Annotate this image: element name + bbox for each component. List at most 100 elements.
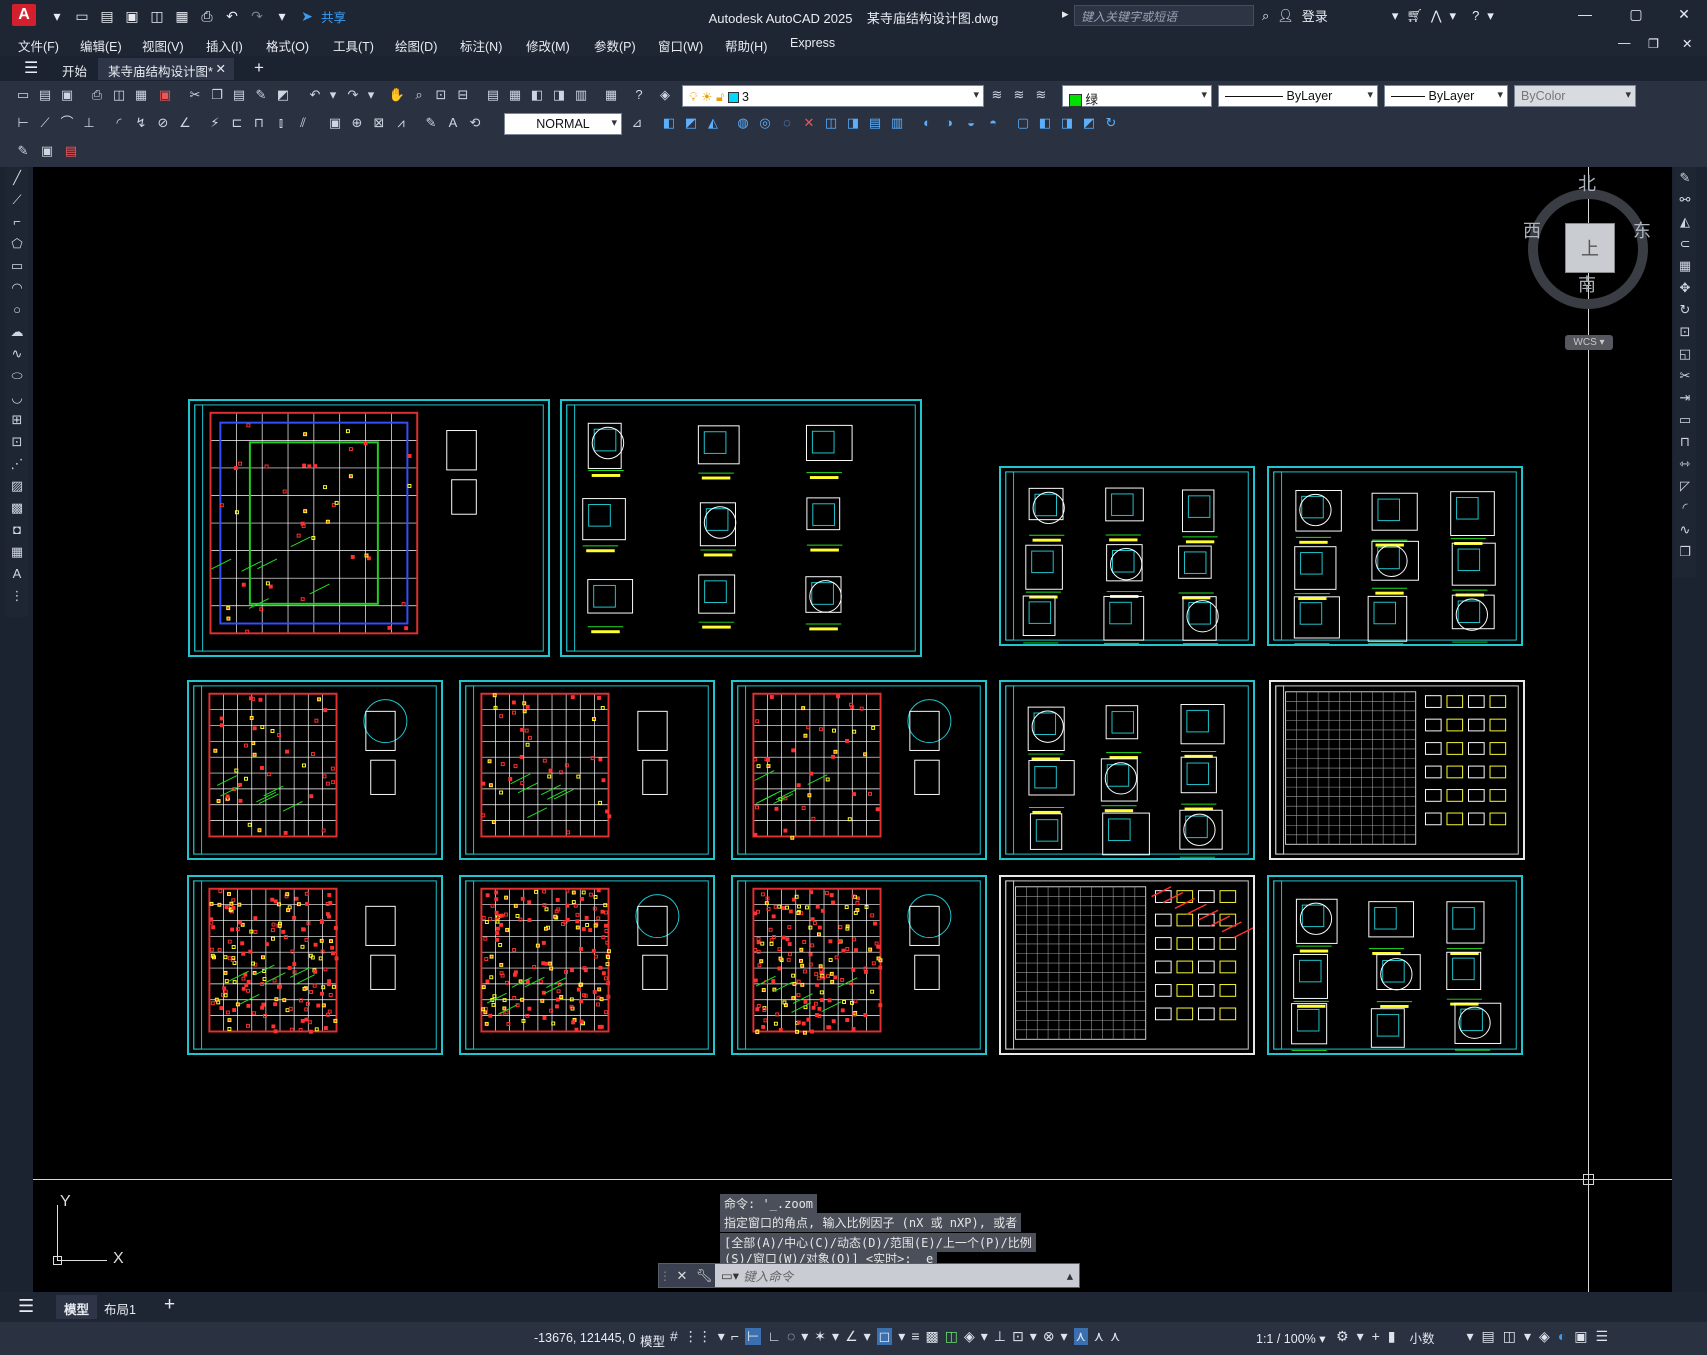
compass-north[interactable]: 北: [1578, 170, 1596, 196]
add-layout-button[interactable]: +: [164, 1294, 175, 1316]
sweep-icon[interactable]: ◐: [918, 114, 936, 132]
lineweight-combo[interactable]: ByLayer ▾: [1384, 85, 1508, 107]
explode-icon[interactable]: ❐: [1674, 541, 1696, 563]
layer-previous-icon[interactable]: ≋: [1010, 86, 1028, 104]
array-icon[interactable]: ▦: [1674, 255, 1696, 277]
dropdown-icon[interactable]: ▾: [46, 6, 68, 26]
dynamic-input-icon[interactable]: ⊢: [745, 1328, 762, 1345]
jogged-linear-icon[interactable]: ⩘: [392, 114, 410, 132]
mirror-icon[interactable]: ◭: [1674, 211, 1696, 233]
pan-icon[interactable]: ✋: [388, 86, 406, 104]
polyline-icon[interactable]: ⌐: [6, 211, 28, 233]
coordinate-readout[interactable]: -13676, 121445, 0: [534, 1331, 635, 1345]
ellipse-arc-icon[interactable]: ◡: [6, 387, 28, 409]
object-snap-icon[interactable]: ◻: [876, 1328, 893, 1345]
isodraft-icon[interactable]: ✶: [814, 1328, 826, 1345]
hamburger-menu-icon[interactable]: ☰: [18, 1296, 34, 1317]
jogged-dim-icon[interactable]: ↯: [132, 114, 150, 132]
dropdown-icon[interactable]: ▾: [1357, 1328, 1364, 1347]
add-selected-icon[interactable]: ⋮: [6, 585, 28, 607]
region-icon[interactable]: ◘: [6, 519, 28, 541]
line-icon[interactable]: ╱: [6, 167, 28, 189]
sphere-icon[interactable]: ◍: [734, 114, 752, 132]
cylinder-icon[interactable]: ◎: [756, 114, 774, 132]
menu-express[interactable]: Express: [790, 36, 835, 50]
compass-east[interactable]: 东: [1633, 217, 1651, 243]
user-icon[interactable]: 👤︎: [1277, 8, 1294, 24]
dropdown-icon[interactable]: ▾: [1392, 8, 1399, 24]
workspace-gear-icon[interactable]: ⚙: [1336, 1328, 1349, 1347]
drawing-sheet[interactable]: [459, 680, 715, 860]
diameter-dim-icon[interactable]: ⊘: [154, 114, 172, 132]
dim-space-icon[interactable]: ⫾: [272, 114, 290, 132]
thicken-icon[interactable]: ◧: [1036, 114, 1054, 132]
undo-icon[interactable]: ↶: [221, 6, 243, 26]
hamburger-menu-icon[interactable]: ☰: [14, 58, 48, 80]
menu-view[interactable]: 视图(V): [142, 36, 184, 55]
dynamic-ucs-icon[interactable]: ⊥: [994, 1328, 1006, 1345]
dim-break-icon[interactable]: ⫽: [294, 114, 312, 132]
quick-dim-icon[interactable]: ⚡: [206, 114, 224, 132]
dropdown-icon[interactable]: ▾: [1467, 1328, 1474, 1347]
move-icon[interactable]: ✥: [1674, 277, 1696, 299]
dim-update-icon[interactable]: ⟲: [466, 114, 484, 132]
menu-insert[interactable]: 插入(I): [206, 36, 243, 55]
dropdown-icon[interactable]: ▾: [1060, 1328, 1067, 1345]
drawing-sheet[interactable]: [187, 875, 443, 1055]
object-snap-tracking-icon[interactable]: ∠: [845, 1328, 858, 1345]
match-prop-icon[interactable]: ✎: [252, 86, 270, 104]
menu-file[interactable]: 文件(F): [18, 36, 59, 55]
autodesk-app-icon[interactable]: ⋀: [1431, 8, 1442, 24]
inspect-icon[interactable]: ⊠: [370, 114, 388, 132]
radius-dim-icon[interactable]: ◜: [110, 114, 128, 132]
rectangle-icon[interactable]: ▭: [6, 255, 28, 277]
units-icon[interactable]: ▮: [1388, 1328, 1396, 1347]
menu-format[interactable]: 格式(O): [266, 36, 309, 55]
command-input[interactable]: ▭▾ 键入命令 ▴: [715, 1264, 1079, 1287]
arc-icon[interactable]: ◠: [6, 277, 28, 299]
drag-handle-icon[interactable]: ⋮: [659, 1269, 671, 1283]
fillet-icon[interactable]: ◜: [1674, 497, 1696, 519]
gradient-icon[interactable]: ▩: [6, 497, 28, 519]
dropdown-icon[interactable]: ▾: [1487, 8, 1494, 24]
wcs-menu-button[interactable]: WCS ▾: [1565, 335, 1613, 350]
dim-edit-icon[interactable]: ✎: [422, 114, 440, 132]
erase-icon[interactable]: ✎: [1674, 167, 1696, 189]
blend-curves-icon[interactable]: ∿: [1674, 519, 1696, 541]
help-search-input[interactable]: 键入关键字或短语: [1074, 5, 1254, 26]
tolerance-icon[interactable]: ▣: [326, 114, 344, 132]
menu-draw[interactable]: 绘图(D): [395, 36, 437, 55]
loft-icon[interactable]: ◑: [940, 114, 958, 132]
continue-dim-icon[interactable]: ⊓: [250, 114, 268, 132]
cart-icon[interactable]: 🛒︎: [1406, 8, 1423, 24]
transparency-icon[interactable]: ▩: [925, 1328, 938, 1345]
insert-block-icon[interactable]: ⊞: [6, 409, 28, 431]
arc-length-icon[interactable]: ⌒: [58, 114, 76, 132]
tab-close-icon[interactable]: ✕: [216, 61, 226, 76]
dropdown-icon[interactable]: ▾: [1030, 1328, 1037, 1345]
drawing-sheet[interactable]: [1269, 680, 1525, 860]
menu-dimension[interactable]: 标注(N): [460, 36, 502, 55]
annotation-scale-icon[interactable]: ⋏: [1110, 1328, 1120, 1345]
baseline-dim-icon[interactable]: ⊏: [228, 114, 246, 132]
dropdown-icon[interactable]: ▾: [1524, 1328, 1531, 1347]
menu-edit[interactable]: 编辑(E): [80, 36, 122, 55]
doc-restore-icon[interactable]: ❐: [1648, 36, 1659, 51]
compass-west[interactable]: 西: [1523, 217, 1541, 243]
spline-icon[interactable]: ∿: [6, 343, 28, 365]
annotation-scale[interactable]: 1:1 / 100% ▾: [1256, 1331, 1326, 1346]
extrude-icon[interactable]: ▤: [866, 114, 884, 132]
scale-icon[interactable]: ⊡: [1674, 321, 1696, 343]
intersect-icon[interactable]: ✕: [800, 114, 818, 132]
layer-manager-icon[interactable]: ◈: [656, 86, 674, 104]
trim-icon[interactable]: ✂: [1674, 365, 1696, 387]
linear-dim-icon[interactable]: ⊢: [14, 114, 32, 132]
infer-constraints-icon[interactable]: ⌐: [731, 1328, 739, 1345]
calculator-icon[interactable]: ▦: [602, 86, 620, 104]
publish-icon[interactable]: ▦: [132, 86, 150, 104]
drawing-sheet[interactable]: [999, 466, 1255, 646]
command-prompt-icon[interactable]: ▭▾: [721, 1268, 739, 1283]
tool-palettes-icon[interactable]: ◧: [528, 86, 546, 104]
polar-tracking-icon[interactable]: ◌: [787, 1328, 795, 1345]
drawing-sheet[interactable]: [999, 680, 1255, 860]
